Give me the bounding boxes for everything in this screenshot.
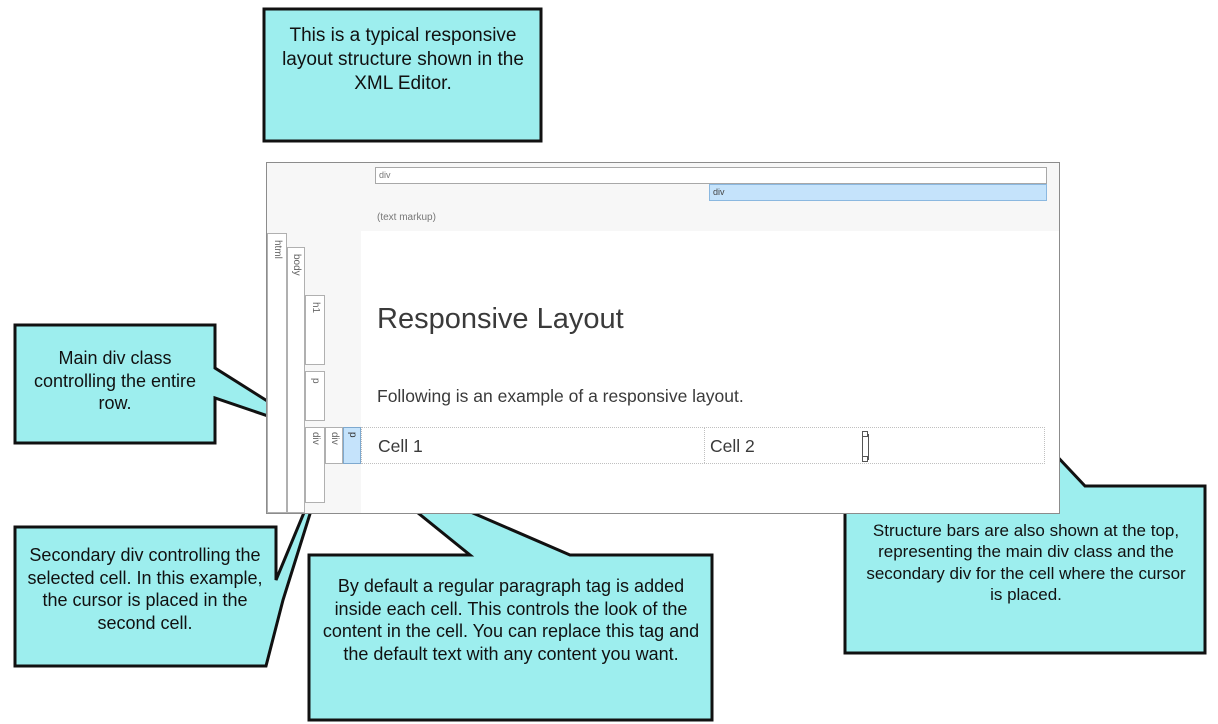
xml-editor: div div (text markup) html body h1 p div… [266, 162, 1060, 514]
intro-paragraph[interactable]: Following is an example of a responsive … [377, 386, 744, 407]
top-structure-bar-cell-div[interactable]: div [709, 184, 1047, 201]
side-bar-p-cell-label: p [347, 432, 358, 438]
side-bar-h1[interactable]: h1 [305, 295, 325, 365]
top-structure-bar-div[interactable]: div [375, 167, 1047, 184]
cell-1[interactable]: Cell 1 [378, 436, 423, 457]
responsive-row: Cell 1 Cell 2 [361, 427, 1045, 464]
cell-2[interactable]: Cell 2 [710, 436, 755, 457]
side-bar-div-main[interactable]: div [305, 427, 325, 503]
side-bar-div-cell[interactable]: div [325, 427, 343, 464]
resize-handle-bottom[interactable] [862, 456, 868, 462]
side-bar-p[interactable]: p [305, 371, 325, 421]
callout-structure-text: Structure bars are also shown at the top… [866, 521, 1186, 604]
page-heading[interactable]: Responsive Layout [377, 303, 624, 336]
side-bar-body-label: body [291, 254, 302, 276]
text-markup-label: (text markup) [377, 212, 436, 223]
side-bar-html[interactable]: html [267, 233, 287, 513]
callout-secondary-div-text: Secondary div controlling the selected c… [27, 545, 263, 633]
cell-divider [704, 428, 706, 463]
side-bar-p-label: p [310, 378, 321, 384]
side-bar-p-cell[interactable]: p [343, 427, 361, 464]
side-bar-div-main-label: div [310, 432, 321, 445]
side-bar-body[interactable]: body [287, 247, 305, 513]
side-bar-div-cell-label: div [329, 432, 340, 445]
callout-main-div-text: Main div class controlling the entire ro… [33, 348, 197, 413]
side-bar-html-label: html [272, 240, 283, 259]
callout-paragraph-text: By default a regular paragraph tag is ad… [322, 576, 700, 664]
resize-handle-top[interactable] [862, 431, 868, 437]
callout-top-text: This is a typical responsive layout stru… [282, 25, 524, 94]
side-bar-h1-label: h1 [310, 302, 321, 314]
